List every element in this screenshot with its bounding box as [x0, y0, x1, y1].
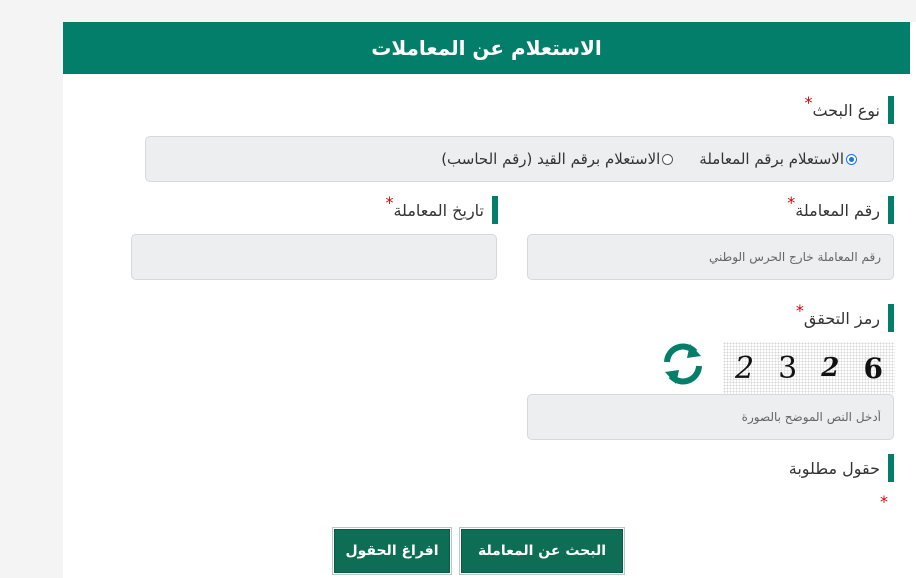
radio-by-transaction-number[interactable]: الاستعلام برقم المعاملة [699, 150, 857, 168]
transaction-date-input[interactable] [131, 234, 497, 280]
captcha-digit: 3 [778, 350, 798, 386]
label-accent-bar [888, 454, 894, 482]
page-title: الاستعلام عن المعاملات [63, 22, 910, 74]
transaction-number-label: رقم المعاملة * [785, 192, 894, 224]
label-accent-bar [492, 196, 498, 224]
search-type-radio-group: الاستعلام برقم المعاملة الاستعلام برقم ا… [145, 136, 894, 182]
inquiry-card: الاستعلام عن المعاملات نوع البحث * الاست… [63, 22, 916, 578]
search-type-label: نوع البحث * [802, 92, 894, 124]
required-mark: * [880, 492, 888, 511]
radio-button-checked[interactable] [846, 153, 857, 165]
captcha-label: رمز التحقق * [794, 300, 894, 332]
label-accent-bar [888, 96, 894, 124]
radio-by-record-number[interactable]: الاستعلام برقم القيد (رقم الحاسب) [441, 150, 674, 168]
captcha-digit: 2 [735, 350, 755, 386]
page-title-text: الاستعلام عن المعاملات [371, 36, 602, 60]
label-accent-bar [888, 304, 894, 332]
captcha-digit: 6 [863, 351, 883, 385]
captcha-input[interactable] [527, 394, 894, 440]
search-transaction-button[interactable]: البحث عن المعاملة [459, 527, 625, 575]
required-mark: * [795, 300, 804, 320]
captcha-image: 2 3 2 6 [723, 342, 895, 394]
required-mark: * [804, 92, 813, 112]
label-accent-bar [888, 196, 894, 224]
required-mark: * [787, 192, 796, 212]
transaction-number-input[interactable] [527, 234, 894, 280]
clear-fields-button[interactable]: افراغ الحقول [332, 527, 452, 575]
refresh-icon[interactable] [657, 338, 709, 390]
radio-button-unchecked[interactable] [662, 153, 674, 165]
captcha-digit: 2 [821, 353, 840, 383]
transaction-date-label: تاريخ المعاملة * [383, 192, 498, 224]
required-fields-note: حقول مطلوبة [789, 454, 894, 482]
required-mark: * [385, 192, 394, 212]
